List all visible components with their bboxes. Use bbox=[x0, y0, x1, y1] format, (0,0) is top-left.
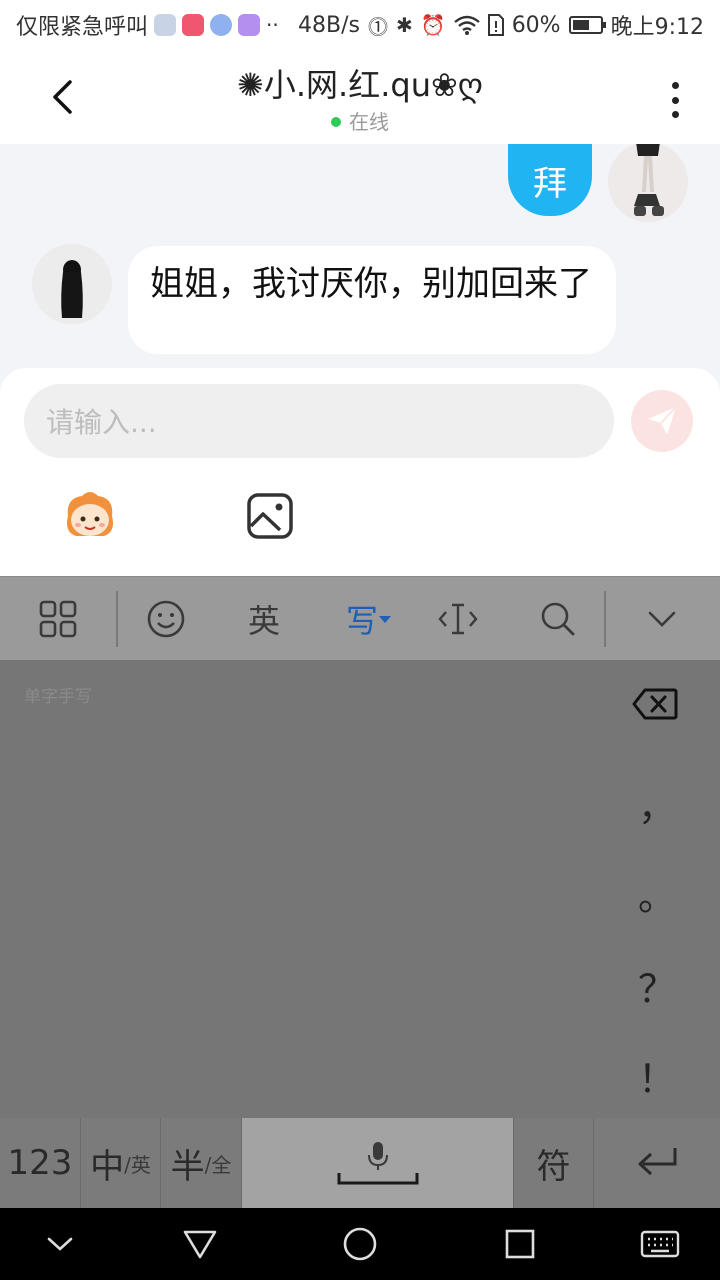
smiley-icon bbox=[147, 600, 185, 638]
collapse-nav-button[interactable] bbox=[30, 1208, 90, 1280]
comma-key[interactable]: ， bbox=[630, 776, 684, 831]
back-nav-button[interactable] bbox=[170, 1208, 230, 1280]
chevron-down-icon bbox=[648, 611, 676, 627]
sim-icon bbox=[487, 14, 504, 36]
enter-icon bbox=[638, 1148, 677, 1176]
half-full-width-key[interactable]: 半/全 bbox=[161, 1118, 242, 1208]
image-picker-button[interactable] bbox=[246, 492, 294, 540]
battery-percent: 60% bbox=[511, 12, 561, 38]
full-label: /全 bbox=[204, 1152, 232, 1177]
sticker-button[interactable] bbox=[60, 486, 120, 546]
hd-icon: ⓵ bbox=[368, 14, 389, 39]
chevron-down-icon bbox=[47, 1237, 73, 1251]
search-icon bbox=[541, 602, 575, 636]
handwriting-hint: 单字手写 bbox=[24, 687, 92, 707]
half-label: 半 bbox=[170, 1146, 205, 1187]
message-input[interactable]: 请输入... bbox=[24, 384, 614, 458]
numbers-key[interactable]: 123 bbox=[0, 1118, 81, 1208]
chinese-english-toggle-key[interactable]: 中/英 bbox=[81, 1118, 161, 1208]
microphone-icon bbox=[367, 1142, 388, 1170]
alarm-icon: ⏰ bbox=[420, 13, 446, 37]
contact-avatar[interactable] bbox=[32, 244, 112, 324]
backspace-key[interactable] bbox=[632, 688, 682, 728]
contact-name: ✺小.网.红.qu❀ღ bbox=[237, 66, 483, 104]
chat-header: ✺小.网.红.qu❀ღ 在线 bbox=[0, 50, 720, 144]
app-notification-icon bbox=[238, 14, 261, 36]
toolbar-divider bbox=[116, 591, 118, 647]
hide-keyboard-button[interactable] bbox=[632, 577, 692, 661]
period-key[interactable]: 。 bbox=[630, 866, 684, 921]
avatar-image bbox=[32, 244, 112, 324]
question-mark-key[interactable]: ？ bbox=[630, 958, 684, 1013]
handwriting-mode-button[interactable]: 写 bbox=[334, 577, 404, 661]
wifi-icon bbox=[453, 15, 480, 35]
bluetooth-icon: ✱ bbox=[396, 13, 413, 37]
system-navigation-bar bbox=[0, 1208, 720, 1280]
exclamation-key[interactable]: ！ bbox=[630, 1048, 684, 1103]
dropdown-arrow-icon bbox=[379, 616, 391, 623]
zh-label: 中 bbox=[90, 1146, 125, 1187]
grid-icon bbox=[39, 600, 77, 638]
more-options-button[interactable] bbox=[660, 80, 690, 120]
keyboard-switch-button[interactable] bbox=[630, 1208, 690, 1280]
home-nav-button[interactable] bbox=[330, 1208, 390, 1280]
space-bar-icon bbox=[337, 1173, 418, 1185]
keyboard-toolbar: 英 写 bbox=[0, 576, 720, 660]
cartoon-face-icon bbox=[67, 492, 113, 536]
text-cursor-icon bbox=[438, 603, 478, 635]
music-icon bbox=[210, 14, 233, 36]
input-method-keyboard: 英 写 单字手写 ， 。 ？ ！ 123 中/英 半/全 符 bbox=[0, 576, 720, 1208]
online-dot-icon bbox=[331, 116, 341, 127]
message-list: 拜 姐姐，我讨厌你，别加回来了 bbox=[0, 144, 720, 394]
english-mode-button[interactable]: 英 bbox=[232, 577, 296, 661]
more-notifications-icon: ·· bbox=[266, 13, 279, 37]
received-message-bubble[interactable]: 姐姐，我讨厌你，别加回来了 bbox=[128, 246, 616, 354]
image-icon bbox=[247, 493, 293, 539]
battery-icon bbox=[568, 16, 606, 34]
recents-nav-button[interactable] bbox=[490, 1208, 550, 1280]
emoji-button[interactable] bbox=[136, 577, 196, 661]
toolbar-divider bbox=[604, 591, 606, 647]
keyboard-bottom-row: 123 中/英 半/全 符 bbox=[0, 1118, 720, 1208]
avatar-image bbox=[608, 144, 688, 222]
en-label: /英 bbox=[124, 1152, 151, 1177]
status-bar: 仅限紧急呼叫 ·· 48B/s ⓵ ✱ ⏰ 60% 晚上9:12 bbox=[0, 0, 720, 50]
backspace-icon bbox=[632, 688, 678, 720]
space-key[interactable] bbox=[242, 1118, 514, 1208]
app-notification-icon bbox=[182, 14, 205, 36]
carrier-text: 仅限紧急呼叫 bbox=[16, 15, 149, 40]
circle-home-icon bbox=[343, 1227, 377, 1261]
symbols-key[interactable]: 符 bbox=[514, 1118, 594, 1208]
my-avatar[interactable] bbox=[608, 144, 688, 222]
triangle-back-icon bbox=[183, 1230, 217, 1259]
search-button[interactable] bbox=[528, 577, 588, 661]
keyboard-menu-button[interactable] bbox=[28, 577, 88, 661]
paper-plane-icon bbox=[648, 406, 677, 435]
online-status: 在线 bbox=[0, 106, 720, 135]
compose-panel: 请输入... bbox=[0, 368, 720, 576]
online-status-label: 在线 bbox=[349, 110, 389, 134]
app-notification-icon bbox=[154, 14, 177, 36]
handwriting-mode-label: 写 bbox=[345, 602, 378, 640]
send-button[interactable] bbox=[631, 390, 693, 452]
cursor-move-button[interactable] bbox=[428, 577, 488, 661]
square-recents-icon bbox=[505, 1229, 535, 1259]
keyboard-icon bbox=[640, 1230, 680, 1258]
enter-key[interactable] bbox=[594, 1118, 720, 1208]
sent-message-bubble[interactable]: 拜 bbox=[508, 144, 592, 216]
network-speed: 48B/s bbox=[298, 12, 361, 38]
clock: 晚上9:12 bbox=[610, 15, 704, 40]
